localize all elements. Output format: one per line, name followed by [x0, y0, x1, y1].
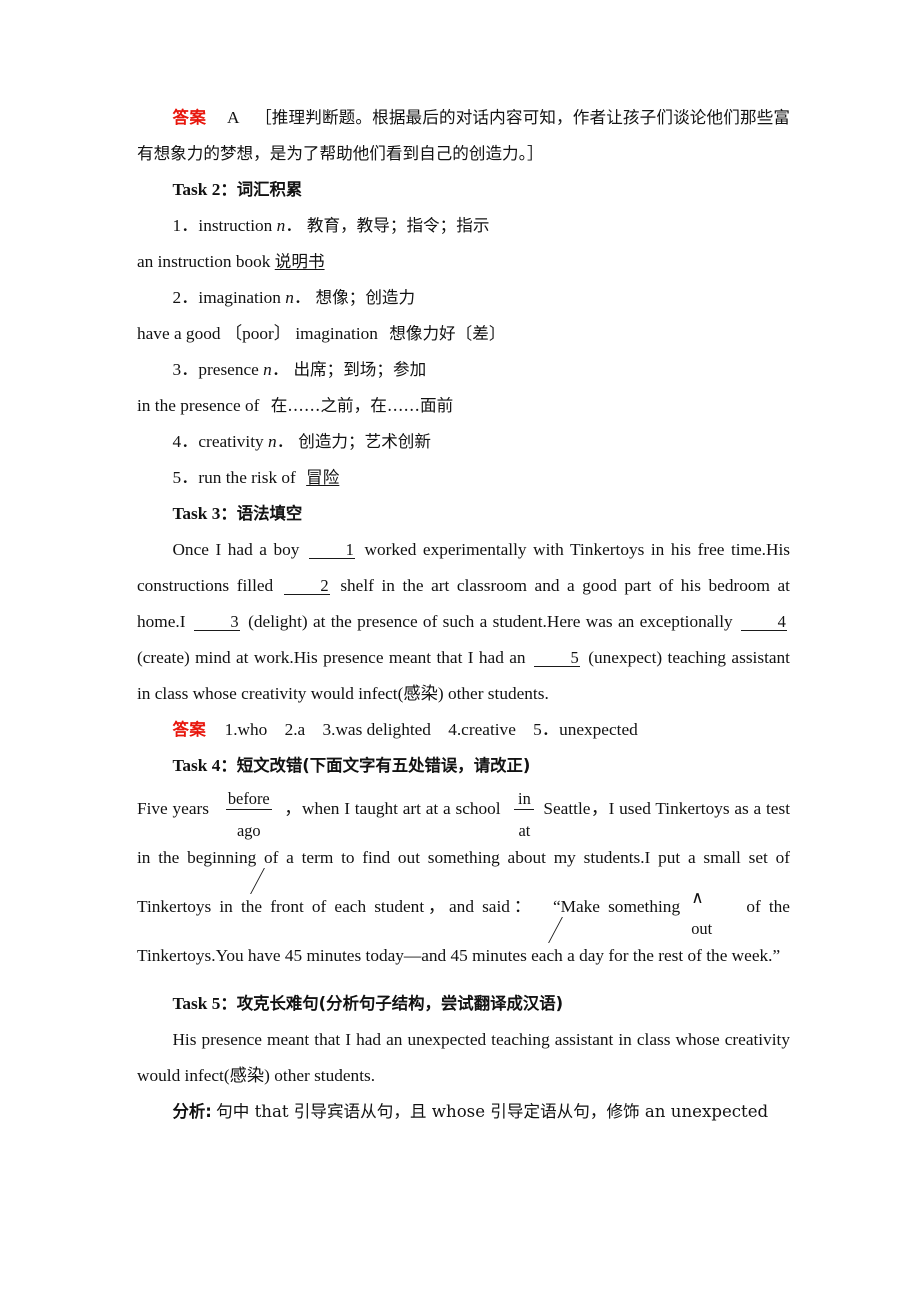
deletion-mark-a[interactable]: a [539, 931, 547, 980]
vocab-pos-dot: ． [285, 216, 303, 235]
proof-seg-2: ，when I taught art at a school [283, 799, 501, 818]
vocab-phrase: have a good 〔poor〕 imagination [137, 324, 378, 343]
task3-answers: 1.who 2.a 3.was delighted 4.creative 5．u… [224, 720, 638, 739]
vocab-phrase-meaning: 想像力好〔差〕 [389, 324, 506, 343]
cloze-blank-3[interactable]: 3 [193, 613, 240, 632]
vocab-item-1: 1．instruction n． 教育，教导；指令；指示 [137, 208, 790, 244]
vocab-meaning: 想像；创造力 [315, 288, 416, 307]
cloze-blank-1[interactable]: 1 [308, 541, 355, 560]
vocab-num: 3． [172, 360, 199, 379]
task3-heading: Task 3：语法填空 [137, 496, 790, 532]
task2-title-sep: ： [220, 180, 237, 199]
task5-title-sep: ： [220, 994, 237, 1013]
quote-open: “ [552, 897, 561, 916]
correction-original: in [518, 788, 531, 808]
task5-heading: Task 5：攻克长难句(分析句子结构，尝试翻译成汉语) [137, 986, 790, 1022]
q1-answer-paragraph: 答案 A ［推理判断题。根据最后的对话内容可知，作者让孩子们谈论他们那些富有想象… [137, 100, 790, 172]
vocab-word: run the risk of [198, 468, 296, 487]
answer-label: 答案 [172, 720, 207, 739]
vocab-num: 1． [172, 216, 199, 235]
task3-answer-line: 答案 1.who 2.a 3.was delighted 4.creative … [137, 712, 790, 748]
vocab-phrase-3: in the presence of 在……之前，在……面前 [137, 388, 790, 424]
analysis-label: 分析: [172, 1102, 212, 1121]
vocab-pos: n [285, 288, 294, 307]
answer-label: 答案 [172, 108, 207, 127]
cloze-text-e: (create) mind at work.His presence meant… [137, 648, 526, 667]
deleted-text-rest: e [254, 897, 263, 916]
correction-replacement: at [518, 821, 531, 840]
vocab-phrase: in the presence of [137, 396, 260, 415]
task5-analysis: 分析: 句中 that 引导宾语从句，且 whose 引导定语从句，修饰 an … [137, 1094, 790, 1130]
task2-title-cn: 词汇积累 [236, 180, 303, 199]
correction-original: before [227, 788, 270, 808]
task3-title-sep: ： [220, 504, 237, 523]
vocab-meaning: 创造力；艺术创新 [298, 432, 431, 451]
vocab-phrase-2: have a good 〔poor〕 imagination 想像力好〔差〕 [137, 316, 790, 352]
task4-title-en: Task 4 [172, 756, 221, 775]
task3-title-cn: 语法填空 [236, 504, 303, 523]
task2-heading: Task 2：词汇积累 [137, 172, 790, 208]
vocab-pos: n [263, 360, 272, 379]
vocab-phrase-meaning: 冒险 [306, 468, 340, 487]
vocab-num: 2． [172, 288, 199, 307]
deletion-mark-the[interactable]: th [241, 882, 254, 931]
proof-seg-4: front of each student，and said： [270, 897, 535, 916]
vocab-word: presence [198, 360, 259, 379]
vocab-num: 4． [172, 432, 199, 451]
quote-close: ” [772, 946, 781, 965]
vocab-item-5: 5．run the risk of 冒险 [137, 460, 790, 496]
vocab-phrase-1: an instruction book 说明书 [137, 244, 790, 280]
vocab-phrase-meaning: 在……之前，在……面前 [270, 396, 454, 415]
deleted-text: a [538, 946, 547, 965]
vocab-pos: n [276, 216, 286, 235]
cloze-blank-2[interactable]: 2 [283, 577, 330, 596]
vocab-pos-dot: ． [293, 288, 312, 307]
task3-title-en: Task 3 [172, 504, 221, 523]
task4-title-cn: 短文改错(下面文字有五处错误，请改正) [236, 756, 531, 775]
proof-seg-7: a day for the rest of the week. [567, 946, 773, 965]
vocab-num: 5． [172, 468, 199, 487]
inserted-word: out [691, 919, 713, 938]
task4-heading: Task 4：短文改错(下面文字有五处错误，请改正) [137, 748, 790, 784]
caret-icon: ∧ [691, 888, 704, 907]
cloze-blank-4[interactable]: 4 [741, 613, 787, 632]
task5-title-cn: 攻克长难句(分析句子结构，尝试翻译成汉语) [236, 994, 564, 1013]
vocab-pos-dot: ． [271, 360, 290, 379]
vocab-pos: n [267, 432, 277, 451]
strikethrough-line [514, 809, 535, 810]
vocab-meaning: 出席；到场；参加 [293, 360, 427, 379]
vocab-word: instruction [198, 216, 273, 235]
vocab-item-4: 4．creativity n． 创造力；艺术创新 [137, 424, 790, 460]
task4-proofreading-passage: Five years before ago ，when I taught art a… [137, 784, 790, 980]
cloze-text-d: (delight) at the presence of such a stud… [248, 612, 733, 631]
vocab-word: creativity [198, 432, 264, 451]
cloze-text-a: Once I had a boy [172, 540, 300, 559]
deleted-text-rest: ch [546, 946, 563, 965]
analysis-text: 句中 that 引导宾语从句，且 whose 引导定语从句，修饰 an unex… [216, 1102, 769, 1121]
task5-title-en: Task 5 [172, 994, 221, 1013]
answer-choice: A [226, 108, 239, 127]
document-page: 答案 A ［推理判断题。根据最后的对话内容可知，作者让孩子们谈论他们那些富有想象… [0, 0, 920, 1302]
cloze-blank-5[interactable]: 5 [533, 649, 580, 668]
task2-title-en: Task 2 [172, 180, 221, 199]
vocab-meaning: 教育，教导；指令；指示 [306, 216, 490, 235]
correction-replacement: ago [236, 821, 261, 840]
task4-title-sep: ： [220, 756, 237, 775]
proof-seg-1: Five years [137, 799, 209, 818]
vocab-item-2: 2．imagination n． 想像；创造力 [137, 280, 790, 316]
vocab-phrase-meaning: 说明书 [274, 252, 325, 271]
strikethrough-line [225, 809, 272, 810]
vocab-pos-dot: ． [276, 432, 294, 451]
proof-seg-5: Make something [560, 897, 681, 916]
deleted-text: th [240, 897, 255, 916]
task3-cloze-passage: Once I had a boy 1 worked experimentally… [137, 532, 790, 712]
task5-sentence: His presence meant that I had an unexpec… [137, 1030, 790, 1085]
vocab-phrase: an instruction book [137, 252, 271, 271]
vocab-word: imagination [198, 288, 281, 307]
vocab-item-3: 3．presence n． 出席；到场；参加 [137, 352, 790, 388]
